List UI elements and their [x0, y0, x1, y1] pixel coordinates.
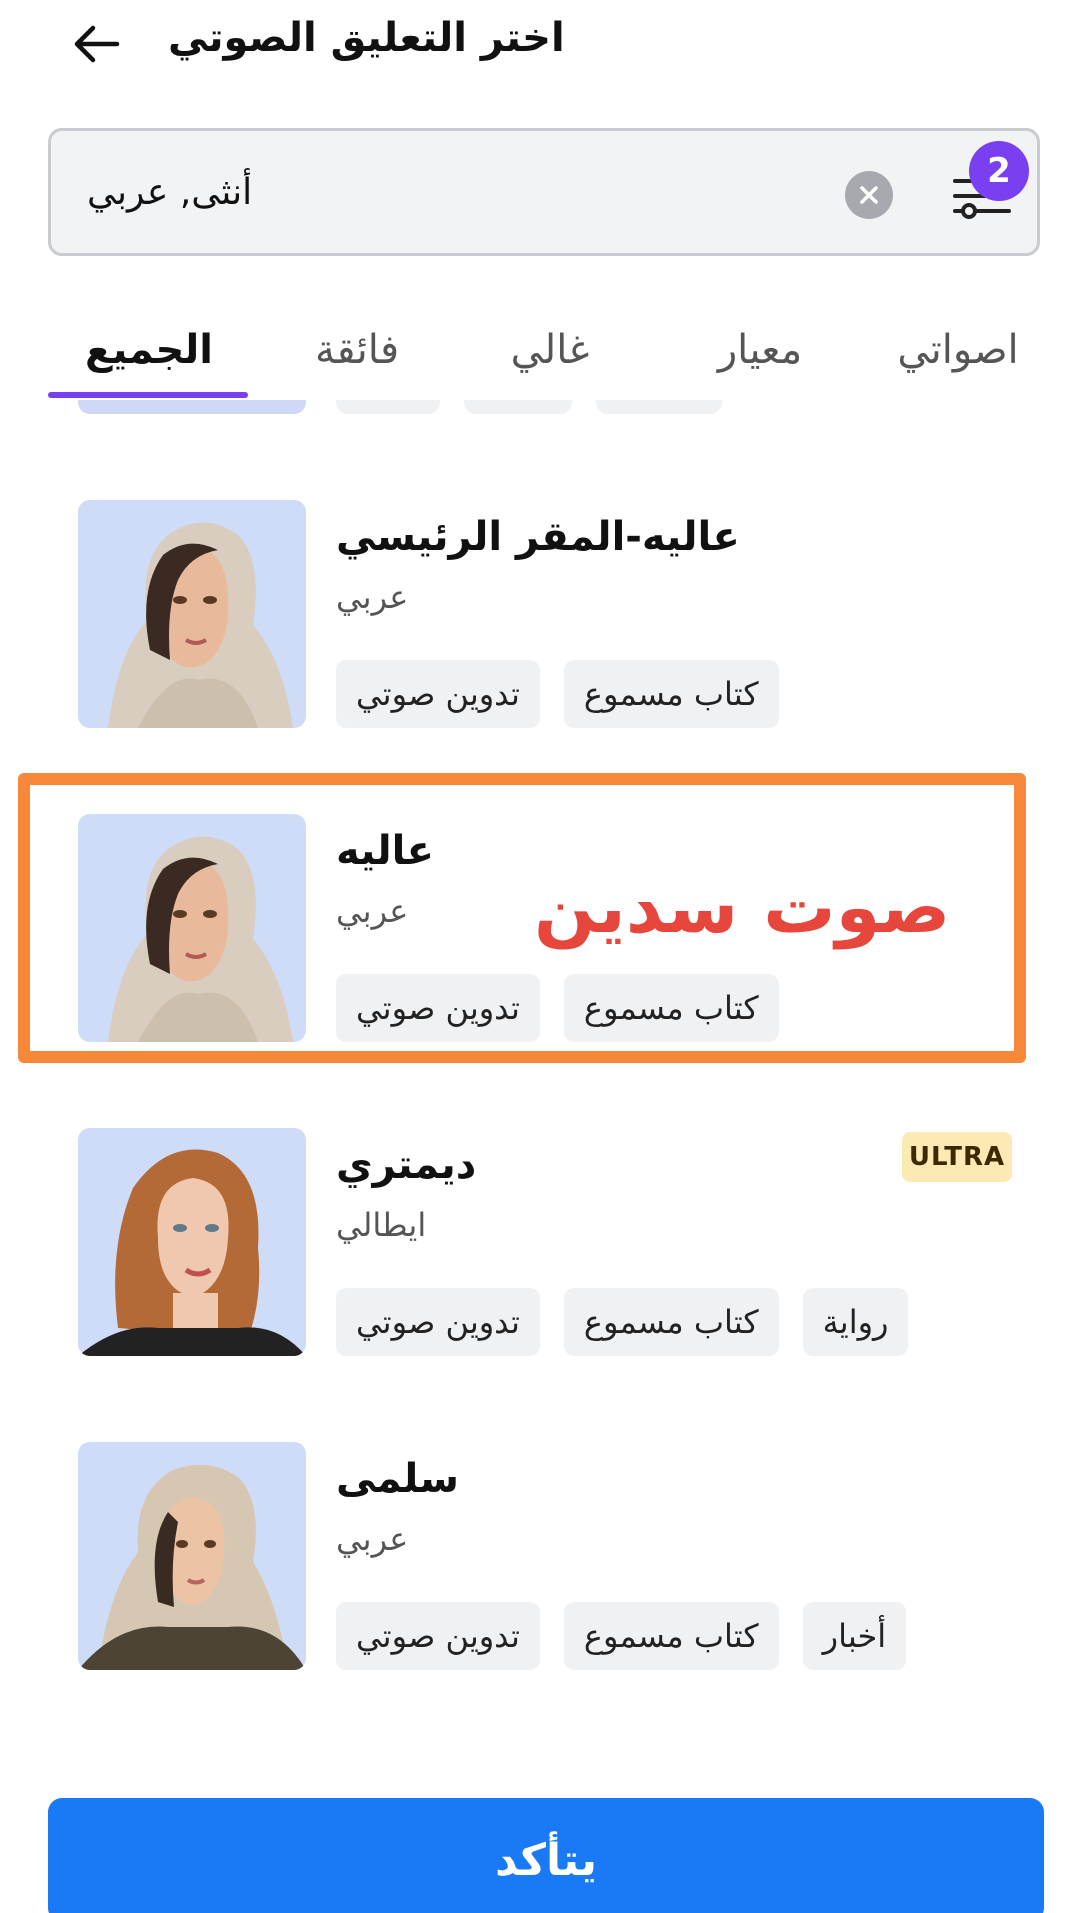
voice-list[interactable]: عاليه-المقر الرئيسي عربي تدوين صوتي كتاب… [0, 400, 1080, 1700]
avatar [78, 400, 306, 414]
tab-my-voices[interactable]: اصواتي [868, 318, 1048, 382]
voice-tags: تدوين صوتي كتاب مسموع رواية [336, 1288, 909, 1356]
search-input-value[interactable]: أنثى, عربي [87, 165, 252, 221]
arrow-left-icon [74, 25, 120, 63]
voice-language: ايطالي [336, 1206, 427, 1244]
voice-name: سلمى [336, 1456, 459, 1502]
confirm-button[interactable]: يتأكد [48, 1798, 1044, 1913]
avatar [78, 500, 306, 728]
tag-chip [464, 400, 572, 414]
voice-card-salma[interactable]: سلمى عربي تدوين صوتي كتاب مسموع أخبار [0, 1442, 1080, 1700]
filter-count-badge: 2 [969, 141, 1029, 201]
avatar [78, 814, 306, 1042]
woman-hijab-portrait-icon [108, 836, 293, 1042]
tag-chip: كتاب مسموع [563, 660, 779, 728]
tag-chip: أخبار [802, 1602, 907, 1670]
active-tab-indicator [48, 392, 248, 398]
voice-name: عاليه-المقر الرئيسي [336, 514, 740, 560]
voice-tags: تدوين صوتي كتاب مسموع [336, 974, 779, 1042]
voice-tags: تدوين صوتي كتاب مسموع [336, 660, 779, 728]
tab-premium[interactable]: غالي [480, 318, 620, 382]
voice-tags: تدوين صوتي كتاب مسموع أخبار [336, 1602, 907, 1670]
voice-card-aliya-hq[interactable]: عاليه-المقر الرئيسي عربي تدوين صوتي كتاب… [0, 500, 1080, 760]
avatar [78, 1128, 306, 1356]
voice-card-aliya[interactable]: عاليه عربي تدوين صوتي كتاب مسموع [0, 814, 1080, 1074]
tag-chip: تدوين صوتي [336, 974, 540, 1042]
search-field[interactable]: أنثى, عربي 2 [48, 128, 1040, 256]
voice-language: عربي [336, 892, 409, 930]
tab-standard[interactable]: معيار [680, 318, 840, 382]
tag-chip [336, 400, 440, 414]
tag-chip: تدوين صوتي [336, 1602, 540, 1670]
voice-name: عاليه [336, 828, 434, 874]
back-button[interactable] [62, 10, 130, 78]
voice-card-dimitri[interactable]: ديمتري ايطالي تدوين صوتي كتاب مسموع رواي… [0, 1128, 1080, 1388]
woman-hijab-portrait-icon [78, 1464, 306, 1670]
voice-language: عربي [336, 578, 409, 616]
tag-chip: تدوين صوتي [336, 660, 540, 728]
header: اختر التعليق الصوتي [0, 0, 1080, 100]
tab-all[interactable]: الجميع [64, 318, 234, 382]
clear-search-button[interactable] [845, 171, 893, 219]
tag-chip [596, 400, 722, 414]
category-tabs: الجميع فائقة غالي معيار اصواتي [0, 300, 1080, 400]
voice-name: ديمتري [336, 1142, 477, 1188]
tag-chip: كتاب مسموع [563, 1288, 779, 1356]
tag-chip: تدوين صوتي [336, 1288, 540, 1356]
tag-chip: كتاب مسموع [563, 974, 779, 1042]
avatar [78, 1442, 306, 1670]
page-title: اختر التعليق الصوتي [168, 15, 565, 61]
tag-chip: رواية [802, 1288, 909, 1356]
tag-chip: كتاب مسموع [563, 1602, 779, 1670]
voice-language: عربي [336, 1520, 409, 1558]
list-item-partial [0, 400, 1080, 414]
woman-hijab-portrait-icon [108, 522, 293, 728]
close-icon [860, 186, 878, 204]
tab-ultra[interactable]: فائقة [282, 318, 432, 382]
woman-portrait-icon [78, 1149, 306, 1356]
ultra-badge: ULTRA [902, 1132, 1012, 1182]
